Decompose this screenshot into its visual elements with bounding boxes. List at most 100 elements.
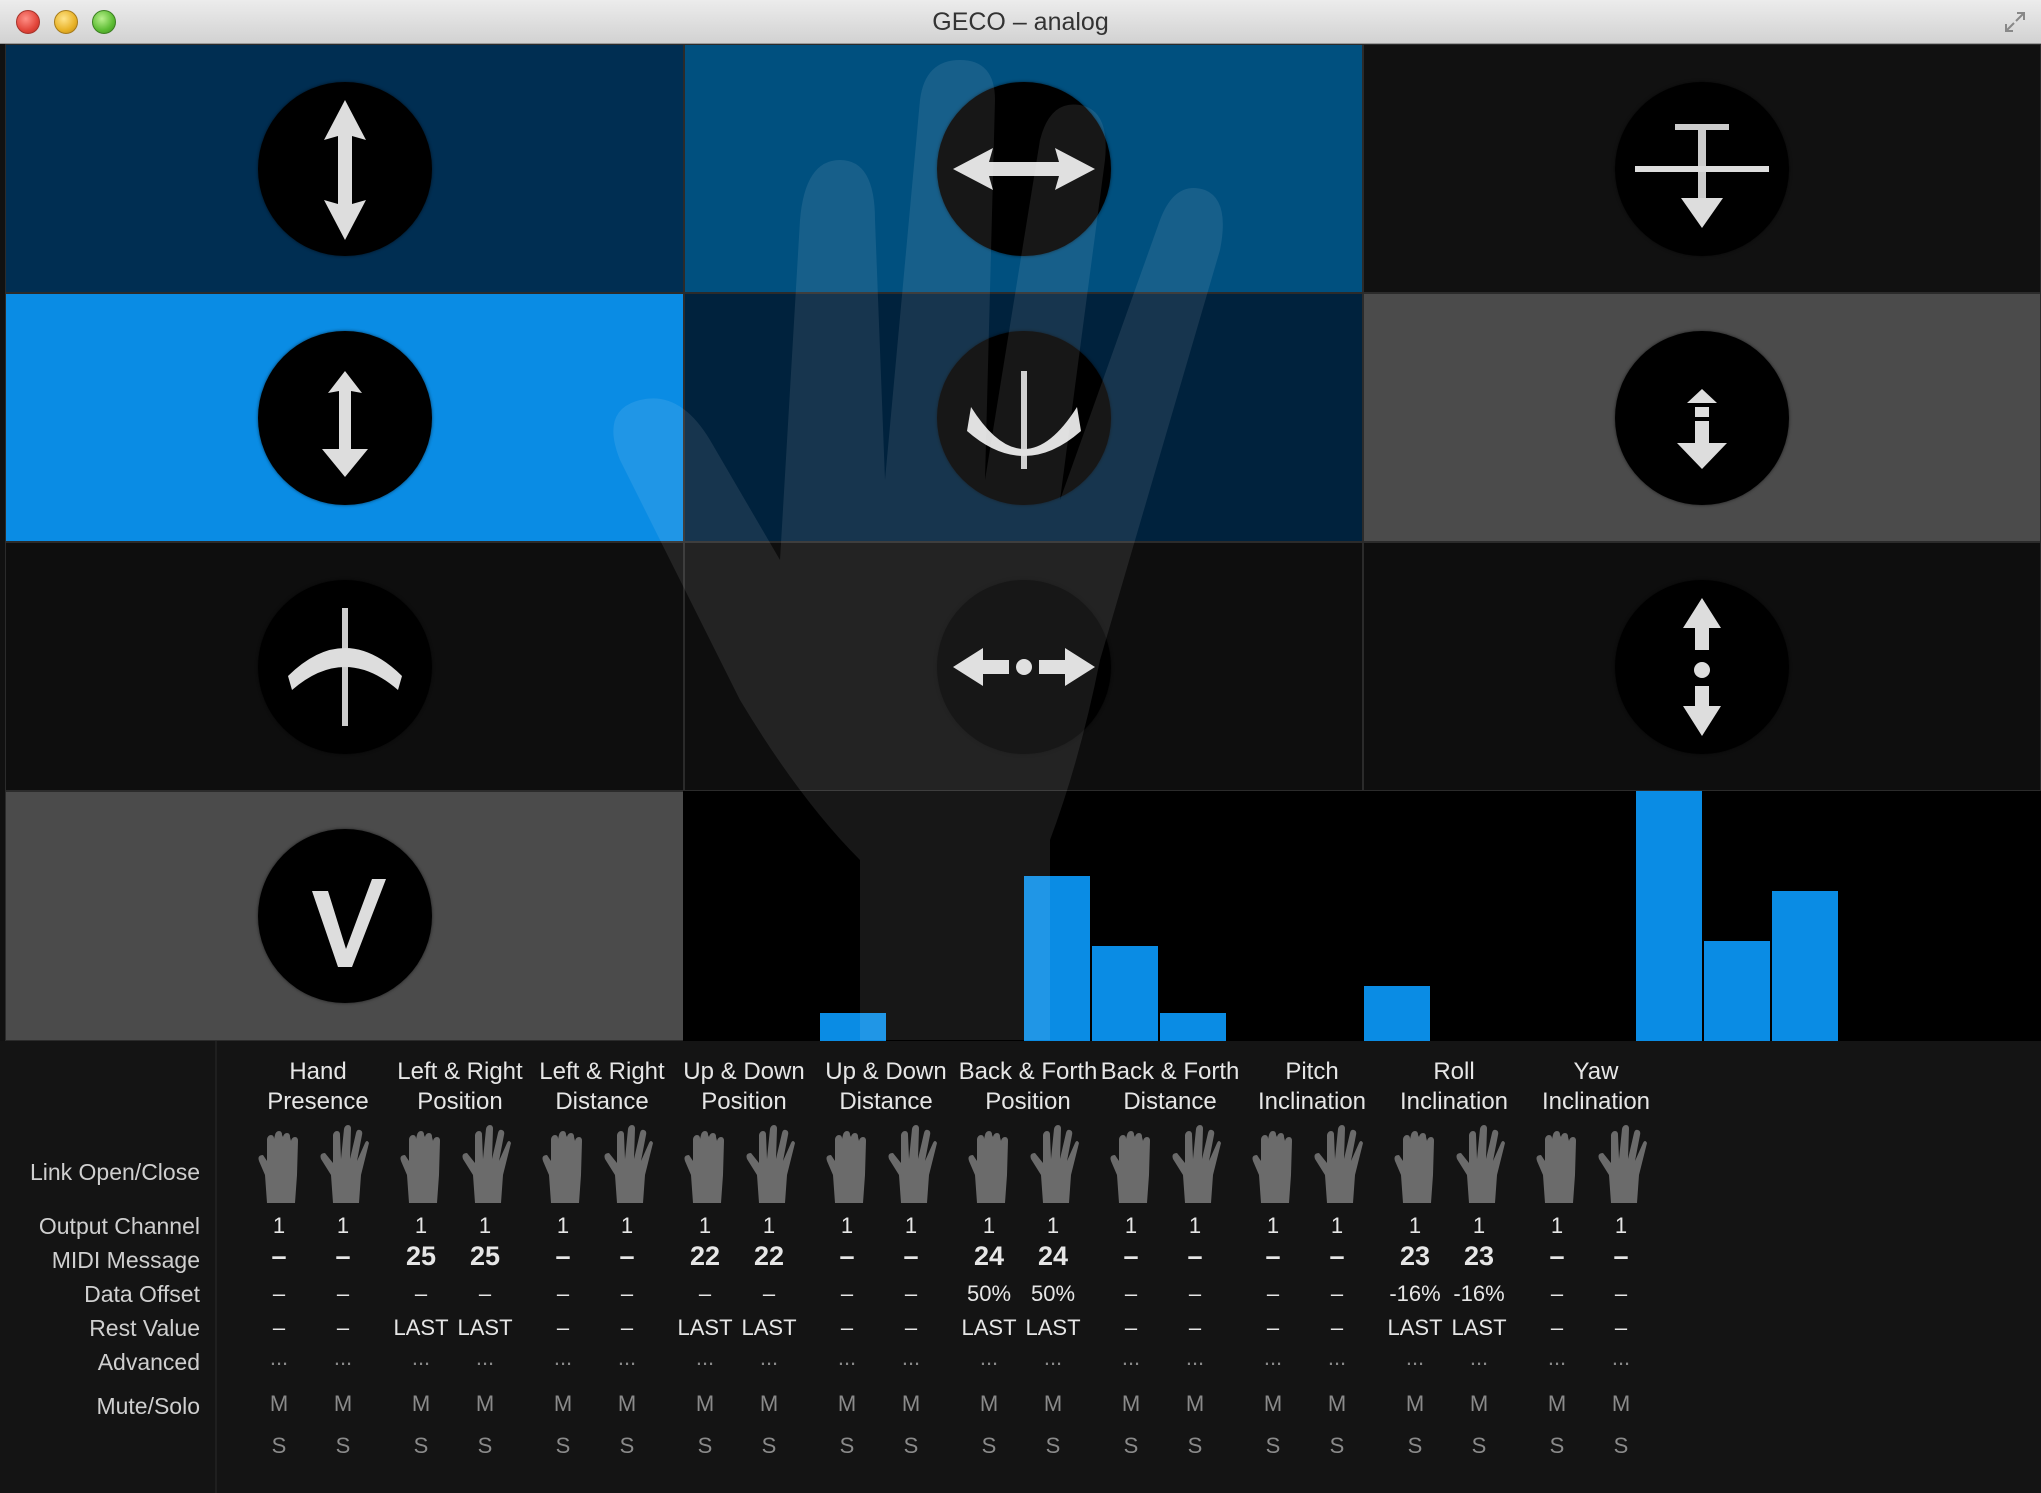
value-mute[interactable]: M — [531, 1391, 595, 1417]
value-midi: – — [903, 1241, 919, 1271]
value-solo[interactable]: S — [389, 1433, 453, 1459]
value-solo[interactable]: S — [879, 1433, 943, 1459]
closed-hand-icon[interactable] — [255, 1125, 305, 1205]
value-midi: – — [1265, 1241, 1281, 1271]
value-mute[interactable]: M — [737, 1391, 801, 1417]
open-hand-icon[interactable] — [1455, 1125, 1505, 1205]
open-hand-icon[interactable] — [1029, 1125, 1079, 1205]
column-header-line1: Roll — [1433, 1058, 1475, 1085]
value-mute[interactable]: M — [595, 1391, 659, 1417]
tile-dotted-horizontal[interactable] — [684, 542, 1363, 791]
value-solo[interactable]: S — [247, 1433, 311, 1459]
value-advanced: ... — [901, 1345, 921, 1370]
value-solo[interactable]: S — [311, 1433, 375, 1459]
tile-short-vertical[interactable] — [5, 293, 684, 542]
meter-bar-7 — [1092, 946, 1158, 1041]
fullscreen-icon[interactable] — [2003, 10, 2027, 34]
value-rest: – — [904, 1315, 918, 1340]
column-header-line1: Up & Down — [825, 1058, 947, 1085]
open-hand-icon[interactable] — [745, 1125, 795, 1205]
value-mute[interactable]: M — [1383, 1391, 1447, 1417]
value-mute[interactable]: M — [1021, 1391, 1085, 1417]
closed-hand-icon[interactable] — [1533, 1125, 1583, 1205]
value-solo[interactable]: S — [1589, 1433, 1653, 1459]
value-mute[interactable]: M — [1589, 1391, 1653, 1417]
value-solo[interactable]: S — [1163, 1433, 1227, 1459]
value-mute[interactable]: M — [1163, 1391, 1227, 1417]
value-mute[interactable]: M — [673, 1391, 737, 1417]
value-mute[interactable]: M — [311, 1391, 375, 1417]
value-midi: 22 — [689, 1241, 721, 1271]
open-hand-icon[interactable] — [319, 1125, 369, 1205]
value-solo[interactable]: S — [1447, 1433, 1511, 1459]
value-rest: – — [1266, 1315, 1280, 1340]
value-solo[interactable]: S — [1305, 1433, 1369, 1459]
open-hand-icon[interactable] — [1313, 1125, 1363, 1205]
value-mute[interactable]: M — [389, 1391, 453, 1417]
closed-hand-icon[interactable] — [397, 1125, 447, 1205]
value-offset: – — [1330, 1281, 1344, 1306]
tile-roll-rotation[interactable] — [684, 293, 1363, 542]
value-mute[interactable]: M — [815, 1391, 879, 1417]
value-solo[interactable]: S — [1021, 1433, 1085, 1459]
closed-hand-icon[interactable] — [823, 1125, 873, 1205]
value-mute[interactable]: M — [879, 1391, 943, 1417]
column-header: Left & Right Position — [390, 1057, 530, 1117]
value-solo[interactable]: S — [1241, 1433, 1305, 1459]
value-mute[interactable]: M — [957, 1391, 1021, 1417]
value-channel: 1 — [904, 1213, 918, 1238]
open-hand-icon[interactable] — [1171, 1125, 1221, 1205]
closed-hand-icon[interactable] — [1391, 1125, 1441, 1205]
value-rest: – — [556, 1315, 570, 1340]
value-rest: – — [1550, 1315, 1564, 1340]
column-header-line1: Left & Right — [397, 1058, 523, 1085]
tile-dotted-vertical[interactable] — [1363, 542, 2041, 791]
value-advanced: ... — [1405, 1345, 1425, 1370]
tile-confirm[interactable] — [5, 791, 684, 1041]
closed-hand-icon[interactable] — [1107, 1125, 1157, 1205]
split-down-arrow-icon — [1615, 330, 1789, 505]
value-solo[interactable]: S — [815, 1433, 879, 1459]
tile-split-down[interactable] — [1363, 293, 2041, 542]
value-solo[interactable]: S — [531, 1433, 595, 1459]
value-midi: – — [1329, 1241, 1345, 1271]
value-solo[interactable]: S — [673, 1433, 737, 1459]
closed-hand-icon[interactable] — [681, 1125, 731, 1205]
open-hand-icon[interactable] — [887, 1125, 937, 1205]
value-solo[interactable]: S — [957, 1433, 1021, 1459]
meter-bar-3 — [820, 1013, 886, 1041]
value-mute[interactable]: M — [453, 1391, 517, 1417]
value-solo[interactable]: S — [453, 1433, 517, 1459]
value-mute[interactable]: M — [1099, 1391, 1163, 1417]
value-solo[interactable]: S — [1383, 1433, 1447, 1459]
closed-hand-icon[interactable] — [965, 1125, 1015, 1205]
column-header-line2: Inclination — [1257, 1088, 1367, 1115]
down-from-plane-icon — [1615, 81, 1789, 256]
tile-horizontal-position[interactable] — [684, 44, 1363, 293]
open-hand-icon[interactable] — [1597, 1125, 1647, 1205]
tile-vertical-position[interactable] — [5, 44, 684, 293]
level-meter — [683, 791, 2041, 1041]
closed-hand-icon[interactable] — [539, 1125, 589, 1205]
value-rest: LAST — [1387, 1315, 1443, 1340]
open-hand-icon[interactable] — [461, 1125, 511, 1205]
short-vertical-arrow-icon — [257, 330, 432, 505]
value-offset: – — [556, 1281, 570, 1306]
value-mute[interactable]: M — [1241, 1391, 1305, 1417]
column-header-line1: Back & Forth — [958, 1058, 1098, 1085]
closed-hand-icon[interactable] — [1249, 1125, 1299, 1205]
value-solo[interactable]: S — [595, 1433, 659, 1459]
value-mute[interactable]: M — [1447, 1391, 1511, 1417]
value-mute[interactable]: M — [1305, 1391, 1369, 1417]
value-mute[interactable]: M — [247, 1391, 311, 1417]
value-mute[interactable]: M — [1525, 1391, 1589, 1417]
value-solo[interactable]: S — [737, 1433, 801, 1459]
value-midi: – — [1549, 1241, 1565, 1271]
tile-down-from-plane[interactable] — [1363, 44, 2041, 293]
column-header-line1: Yaw — [1573, 1058, 1619, 1085]
tile-yaw-rotation[interactable] — [5, 542, 684, 791]
value-solo[interactable]: S — [1099, 1433, 1163, 1459]
value-rest: LAST — [393, 1315, 449, 1340]
value-solo[interactable]: S — [1525, 1433, 1589, 1459]
open-hand-icon[interactable] — [603, 1125, 653, 1205]
